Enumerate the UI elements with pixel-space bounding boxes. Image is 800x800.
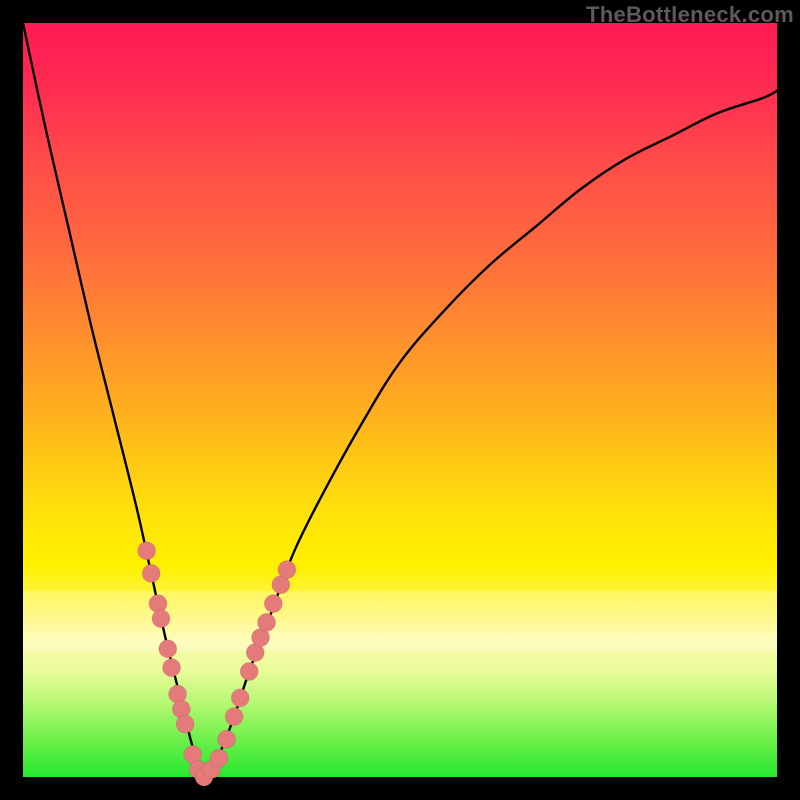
- chart-overlay: [23, 23, 777, 777]
- curve-marker: [189, 760, 207, 778]
- curve-marker: [272, 576, 290, 594]
- bottleneck-curve: [23, 23, 777, 777]
- curve-marker: [210, 749, 228, 767]
- plot-area: [23, 23, 777, 777]
- curve-marker: [240, 662, 258, 680]
- curve-marker: [159, 640, 177, 658]
- curve-marker: [258, 613, 276, 631]
- curve-marker: [195, 768, 213, 786]
- curve-marker: [278, 561, 296, 579]
- haze-band: [23, 591, 777, 651]
- curve-marker: [172, 700, 190, 718]
- curve-marker: [149, 595, 167, 613]
- marker-group: [138, 542, 296, 786]
- curve-marker: [138, 542, 156, 560]
- curve-marker: [176, 715, 194, 733]
- curve-marker: [203, 760, 221, 778]
- curve-marker: [184, 745, 202, 763]
- curve-marker: [142, 564, 160, 582]
- watermark-text: TheBottleneck.com: [586, 2, 794, 28]
- curve-marker: [231, 689, 249, 707]
- curve-marker: [152, 610, 170, 628]
- curve-marker: [169, 685, 187, 703]
- chart-frame: TheBottleneck.com: [0, 0, 800, 800]
- curve-marker: [218, 730, 236, 748]
- curve-marker: [163, 659, 181, 677]
- curve-marker: [264, 595, 282, 613]
- curve-marker: [246, 644, 264, 662]
- curve-marker: [252, 629, 270, 647]
- curve-marker: [225, 708, 243, 726]
